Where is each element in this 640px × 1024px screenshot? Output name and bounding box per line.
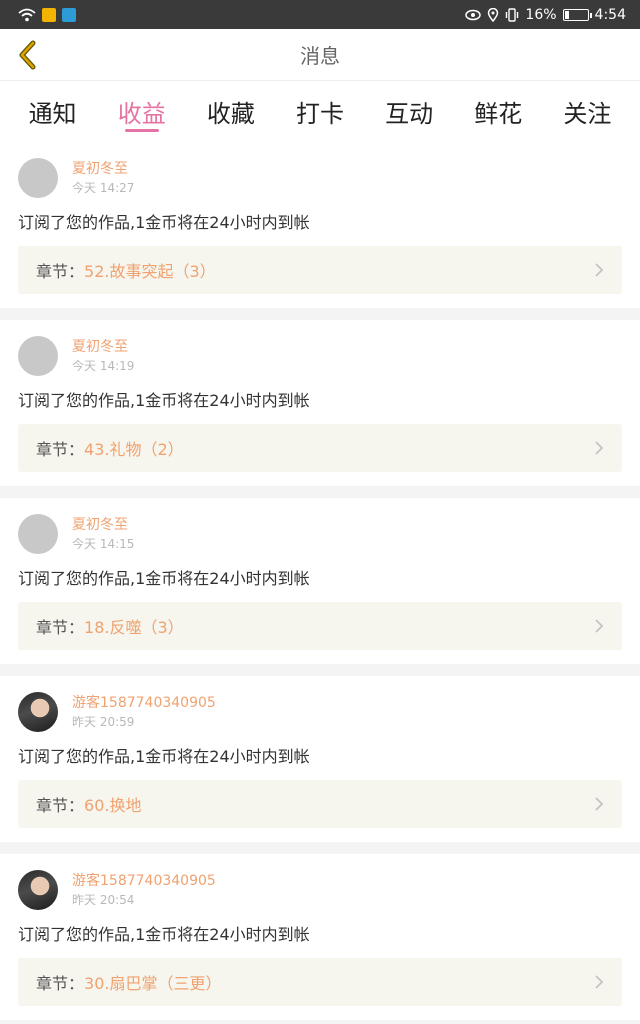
chapter-link[interactable]: 章节：52.故事突起（3） [18,246,622,294]
avatar[interactable] [18,336,58,376]
page-title: 消息 [300,44,340,68]
message-header: 夏初冬至 今天 14:19 [18,334,622,378]
chevron-right-icon [595,619,604,633]
timestamp: 昨天 20:59 [72,715,135,729]
status-bar: 16% 4:54 [0,0,640,29]
tab-checkin[interactable]: 打卡 [290,81,350,142]
chapter-info: 章节：43.礼物（2） [36,436,184,460]
username[interactable]: 夏初冬至 [72,516,134,534]
chapter-link[interactable]: 章节：18.反噬（3） [18,602,622,650]
message-text: 订阅了您的作品,1金币将在24小时内到帐 [18,213,310,232]
chapter-link[interactable]: 章节：30.扇巴掌（三更） [18,958,622,1006]
chapter-label: 章节： [36,618,85,637]
message-card: 夏初冬至 今天 14:19 订阅了您的作品,1金币将在24小时内到帐 章节：43… [0,320,640,486]
tab-notifications[interactable]: 通知 [23,81,83,142]
tab-following[interactable]: 关注 [557,81,617,142]
chapter-label: 章节： [36,440,85,459]
message-meta: 夏初冬至 今天 14:15 [72,516,134,552]
timestamp: 今天 14:15 [72,537,135,551]
chevron-right-icon [595,975,604,989]
battery-icon [562,8,592,21]
status-left [18,7,76,22]
chapter-title: 43.礼物（2） [84,440,184,459]
chapter-info: 章节：30.扇巴掌（三更） [36,970,221,994]
timestamp: 昨天 20:54 [72,893,135,907]
chapter-label: 章节： [36,262,85,281]
message-header: 夏初冬至 今天 14:27 [18,156,622,200]
message-text: 订阅了您的作品,1金币将在24小时内到帐 [18,925,310,944]
message-meta: 游客1587740340905 昨天 20:59 [72,694,216,730]
eye-icon [465,9,482,20]
chevron-right-icon [595,263,604,277]
battery-percent: 16% [525,6,557,23]
back-button[interactable] [12,39,42,71]
chapter-info: 章节：18.反噬（3） [36,614,184,638]
message-header: 夏初冬至 今天 14:15 [18,512,622,556]
timestamp: 今天 14:27 [72,181,135,195]
message-card: 夏初冬至 今天 14:15 订阅了您的作品,1金币将在24小时内到帐 章节：18… [0,498,640,664]
username[interactable]: 游客1587740340905 [72,872,216,890]
timestamp: 今天 14:19 [72,359,135,373]
message-meta: 夏初冬至 今天 14:19 [72,338,134,374]
tab-interactions[interactable]: 互动 [379,81,439,142]
status-right: 16% 4:54 [465,7,626,23]
chapter-label: 章节： [36,974,85,993]
chapter-info: 章节：60.换地 [36,792,141,816]
chevron-left-icon [19,40,36,70]
location-icon [488,7,499,22]
message-card: 游客1587740340905 昨天 20:59 订阅了您的作品,1金币将在24… [0,676,640,842]
tab-bar: 通知 收益 收藏 打卡 互动 鲜花 关注 [0,81,640,142]
message-header: 游客1587740340905 昨天 20:54 [18,868,622,912]
app-notification-icon-2 [62,7,76,22]
message-text: 订阅了您的作品,1金币将在24小时内到帐 [18,747,310,766]
chapter-title: 18.反噬（3） [84,618,184,637]
username[interactable]: 游客1587740340905 [72,694,216,712]
message-text: 订阅了您的作品,1金币将在24小时内到帐 [18,569,310,588]
chapter-link[interactable]: 章节：43.礼物（2） [18,424,622,472]
chapter-label: 章节： [36,796,85,815]
tab-favorites[interactable]: 收藏 [201,81,261,142]
username[interactable]: 夏初冬至 [72,338,134,356]
chevron-right-icon [595,441,604,455]
vibrate-icon [506,7,519,22]
tab-earnings[interactable]: 收益 [112,81,172,142]
chapter-title: 52.故事突起（3） [84,262,216,281]
username[interactable]: 夏初冬至 [72,160,134,178]
avatar[interactable] [18,158,58,198]
wifi-icon [18,8,36,21]
avatar[interactable] [18,870,58,910]
chapter-info: 章节：52.故事突起（3） [36,258,216,282]
app-notification-icon [42,7,56,22]
message-header: 游客1587740340905 昨天 20:59 [18,690,622,734]
message-card: 夏初冬至 今天 14:27 订阅了您的作品,1金币将在24小时内到帐 章节：52… [0,142,640,308]
top-bar: 消息 [0,29,640,81]
chapter-link[interactable]: 章节：60.换地 [18,780,622,828]
message-list: 夏初冬至 今天 14:27 订阅了您的作品,1金币将在24小时内到帐 章节：52… [0,142,640,1020]
chevron-right-icon [595,797,604,811]
chapter-title: 60.换地 [84,796,142,815]
message-text: 订阅了您的作品,1金币将在24小时内到帐 [18,391,310,410]
message-meta: 夏初冬至 今天 14:27 [72,160,134,196]
message-meta: 游客1587740340905 昨天 20:54 [72,872,216,908]
tab-flowers[interactable]: 鲜花 [468,81,528,142]
avatar[interactable] [18,514,58,554]
avatar[interactable] [18,692,58,732]
chapter-title: 30.扇巴掌（三更） [84,974,222,993]
clock: 4:54 [594,6,626,23]
message-card: 游客1587740340905 昨天 20:54 订阅了您的作品,1金币将在24… [0,854,640,1020]
